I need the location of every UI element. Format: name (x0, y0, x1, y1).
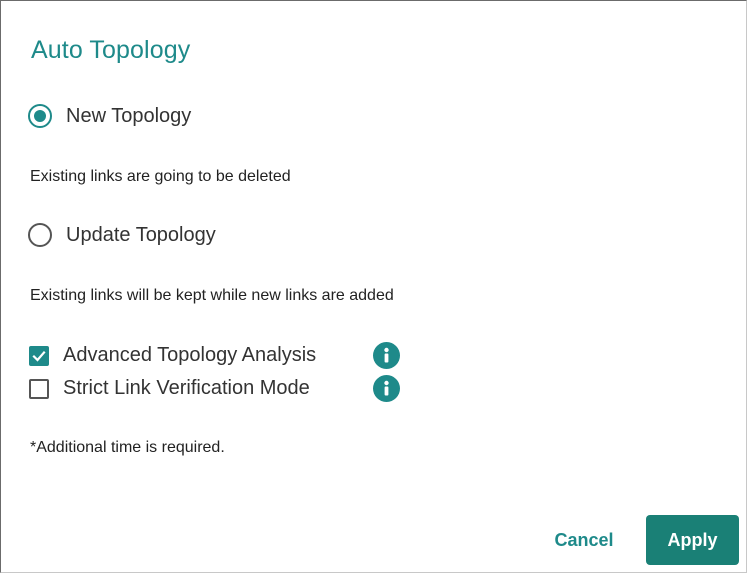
apply-button[interactable]: Apply (646, 515, 739, 565)
additional-time-note: *Additional time is required. (30, 439, 225, 456)
update-topology-description: Existing links will be kept while new li… (30, 287, 394, 304)
advanced-topology-analysis-row: Advanced Topology Analysis (29, 342, 400, 369)
cancel-button[interactable]: Cancel (541, 515, 627, 565)
strict-link-verification-row: Strict Link Verification Mode (29, 375, 400, 402)
update-topology-radio[interactable] (28, 223, 52, 247)
auto-topology-dialog: Auto Topology New Topology Existing link… (0, 0, 747, 573)
strict-link-verification-label[interactable]: Strict Link Verification Mode (63, 377, 373, 400)
new-topology-label[interactable]: New Topology (66, 105, 191, 128)
dialog-title: Auto Topology (31, 36, 191, 64)
strict-link-verification-checkbox[interactable] (29, 378, 49, 399)
info-icon[interactable] (373, 342, 400, 369)
update-topology-option[interactable]: Update Topology (28, 223, 216, 247)
update-topology-label[interactable]: Update Topology (66, 224, 216, 247)
checkmark-icon (32, 350, 46, 362)
advanced-topology-analysis-label[interactable]: Advanced Topology Analysis (63, 344, 373, 367)
new-topology-option[interactable]: New Topology (28, 104, 191, 128)
new-topology-radio[interactable] (28, 104, 52, 128)
advanced-topology-analysis-checkbox[interactable] (29, 345, 49, 366)
new-topology-description: Existing links are going to be deleted (30, 168, 291, 185)
info-icon[interactable] (373, 375, 400, 402)
